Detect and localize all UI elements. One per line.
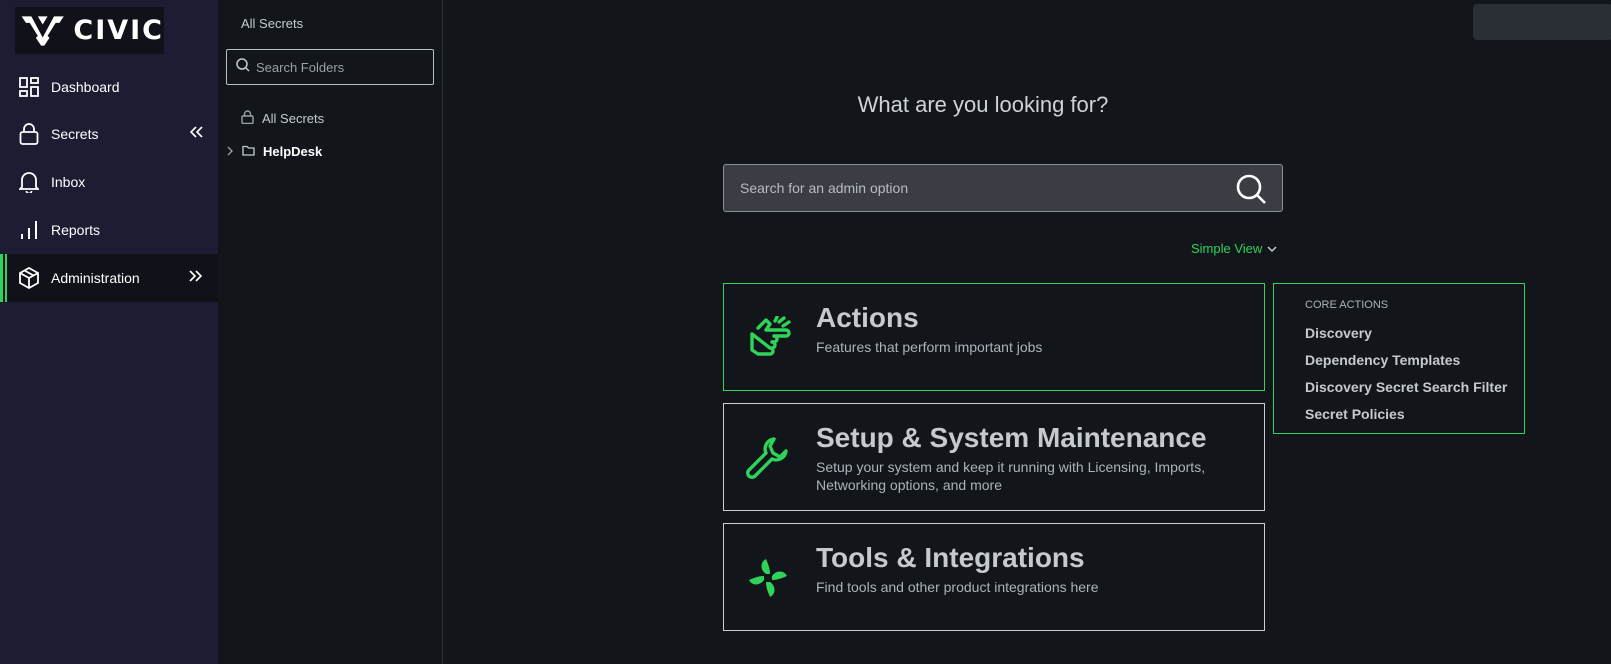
folder-search-box[interactable]: [226, 49, 434, 85]
nav-item-secrets[interactable]: Secrets: [0, 110, 218, 158]
cube-icon: [18, 267, 40, 289]
lock-icon: [241, 110, 254, 127]
nav-item-inbox[interactable]: Inbox: [0, 158, 218, 206]
card-title: Actions: [816, 302, 919, 333]
dashboard-icon: [18, 76, 40, 98]
card-description: Setup your system and keep it running wi…: [816, 459, 1206, 493]
card-actions[interactable]: Actions Features that perform important …: [723, 283, 1265, 391]
core-actions-panel: CORE ACTIONS Discovery Dependency Templa…: [1273, 283, 1525, 434]
nav-item-administration[interactable]: Administration: [0, 254, 218, 302]
simple-view-toggle[interactable]: Simple View: [1191, 241, 1277, 256]
core-action-link[interactable]: Discovery: [1305, 320, 1524, 347]
tree-item-label: All Secrets: [262, 111, 325, 126]
view-toggle-label: Simple View: [1191, 241, 1263, 256]
wrench-icon: [742, 432, 794, 484]
card-description: Features that perform important jobs: [816, 339, 1043, 355]
tree-item-all-secrets[interactable]: All Secrets: [241, 110, 324, 127]
tree-item-helpdesk[interactable]: HelpDesk: [226, 144, 322, 159]
card-title: Tools & Integrations: [816, 542, 1085, 573]
pinwheel-icon: [742, 552, 794, 604]
core-action-link[interactable]: Secret Policies: [1305, 401, 1524, 428]
bell-icon: [18, 171, 40, 193]
folder-search-input[interactable]: [256, 59, 416, 75]
nav-item-dashboard[interactable]: Dashboard: [0, 63, 218, 111]
search-icon[interactable]: [1234, 172, 1268, 206]
card-title: Setup & System Maintenance: [816, 422, 1207, 453]
tree-item-label: HelpDesk: [263, 144, 323, 159]
left-nav: CIVIC Dashboard Secrets Inbox Reports Ad…: [0, 0, 218, 664]
nav-label: Inbox: [51, 174, 86, 190]
core-action-link[interactable]: Dependency Templates: [1305, 347, 1524, 374]
admin-search-input[interactable]: [740, 180, 1210, 196]
civic-shield-icon: [21, 15, 64, 46]
chevron-right-icon[interactable]: [226, 144, 234, 159]
nav-label: Administration: [51, 270, 140, 286]
top-right-button[interactable]: [1473, 4, 1611, 40]
expand-double-chevron-icon[interactable]: [188, 268, 204, 284]
app-root: CIVIC Dashboard Secrets Inbox Reports Ad…: [0, 0, 1611, 664]
lock-icon: [18, 123, 40, 145]
nav-label: Reports: [51, 222, 101, 238]
bar-chart-icon: [18, 219, 40, 241]
nav-label: Secrets: [51, 126, 99, 142]
hand-pointing-icon: [742, 312, 794, 364]
folder-panel: All Secrets All Secrets HelpDesk: [218, 0, 443, 664]
card-tools-integrations[interactable]: Tools & Integrations Find tools and othe…: [723, 523, 1265, 631]
core-action-link[interactable]: Discovery Secret Search Filter: [1305, 374, 1524, 401]
admin-search-box[interactable]: [723, 164, 1283, 212]
chevron-down-icon: [1262, 241, 1277, 256]
page-headline: What are you looking for?: [857, 92, 1109, 117]
nav-item-reports[interactable]: Reports: [0, 206, 218, 254]
card-setup-system-maintenance[interactable]: Setup & System Maintenance Setup your sy…: [723, 403, 1265, 511]
collapse-double-chevron-icon[interactable]: [188, 124, 204, 140]
brand-name: CIVIC: [73, 15, 164, 46]
folder-icon: [242, 144, 255, 159]
core-actions-heading: CORE ACTIONS: [1305, 299, 1389, 311]
search-icon: [236, 57, 250, 77]
nav-label: Dashboard: [51, 79, 120, 95]
civic-logo[interactable]: CIVIC: [15, 7, 164, 54]
card-description: Find tools and other product integration…: [816, 579, 1099, 595]
folder-panel-title: All Secrets: [241, 16, 304, 31]
